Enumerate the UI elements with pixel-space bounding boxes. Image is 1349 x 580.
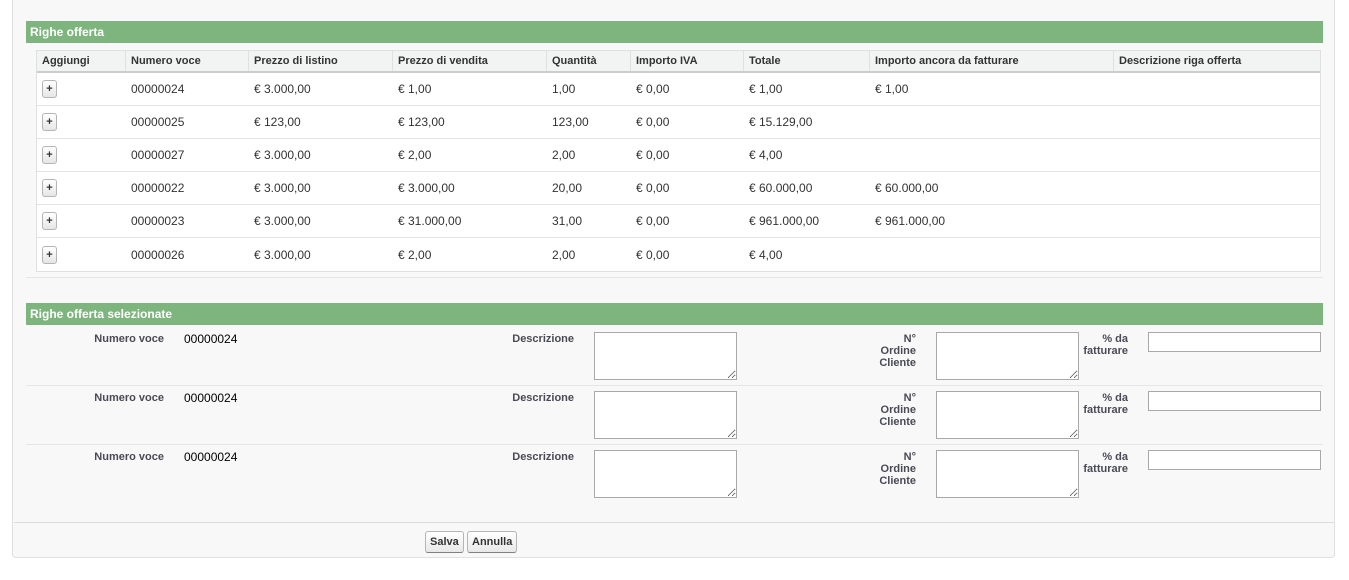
- table-row: + 00000027 € 3.000,00 € 2,00 2,00 € 0,00…: [37, 139, 1320, 172]
- add-line-button[interactable]: +: [42, 113, 57, 131]
- col-header-quantita[interactable]: Quantità: [547, 51, 631, 71]
- col-header-prezzo-listino[interactable]: Prezzo di listino: [249, 51, 393, 71]
- numero-voce-label: Numero voce: [94, 392, 164, 404]
- descrizione-label: Descrizione: [512, 333, 574, 345]
- cell-prezzo-listino: € 3.000,00: [254, 247, 311, 262]
- cell-numero-voce: 00000026: [131, 247, 185, 262]
- col-header-importo-iva[interactable]: Importo IVA: [631, 51, 744, 71]
- cell-importo-iva: € 0,00: [636, 115, 670, 129]
- percent-fatturare-label: % da fatturare: [1083, 451, 1128, 475]
- add-line-button[interactable]: +: [42, 80, 57, 98]
- col-header-aggiungi[interactable]: Aggiungi: [37, 51, 126, 71]
- cell-importo-iva: € 0,00: [636, 82, 670, 96]
- cell-prezzo-vendita: € 2,00: [398, 247, 432, 262]
- selected-line-row: Numero voce 00000024 Descrizione N° Ordi…: [26, 386, 1323, 445]
- cell-prezzo-vendita: € 3.000,00: [398, 181, 455, 195]
- cell-prezzo-vendita: € 31.000,00: [398, 214, 462, 228]
- table-row: + 00000026 € 3.000,00 € 2,00 2,00 € 0,00…: [37, 238, 1320, 271]
- cell-totale: € 15.129,00: [749, 115, 813, 129]
- cell-importo-iva: € 0,00: [636, 214, 670, 228]
- cell-totale: € 4,00: [749, 148, 783, 162]
- cell-totale: € 4,00: [749, 247, 783, 262]
- cell-prezzo-listino: € 3.000,00: [254, 181, 311, 195]
- table-row: + 00000024 € 3.000,00 € 1,00 1,00 € 0,00…: [37, 73, 1320, 106]
- cell-importo-iva: € 0,00: [636, 247, 670, 262]
- col-header-totale[interactable]: Totale: [744, 51, 870, 71]
- section-divider: [26, 277, 1323, 278]
- cell-quantita: 123,00: [552, 115, 589, 129]
- cell-quantita: 1,00: [552, 82, 576, 96]
- numero-voce-label: Numero voce: [94, 451, 164, 463]
- cell-prezzo-vendita: € 123,00: [398, 115, 445, 129]
- descrizione-textarea[interactable]: [594, 332, 737, 380]
- percent-fatturare-input[interactable]: [1148, 391, 1321, 411]
- add-line-button[interactable]: +: [42, 212, 57, 230]
- descrizione-textarea[interactable]: [594, 391, 737, 439]
- ordine-cliente-textarea[interactable]: [936, 332, 1079, 380]
- cell-quantita: 2,00: [552, 247, 576, 262]
- ordine-cliente-label: N° Ordine Cliente: [879, 333, 916, 369]
- descrizione-textarea[interactable]: [594, 450, 737, 498]
- cell-numero-voce: 00000027: [131, 148, 185, 162]
- cell-numero-voce: 00000024: [131, 82, 185, 96]
- numero-voce-value: 00000024: [184, 391, 238, 405]
- cell-prezzo-listino: € 123,00: [254, 115, 301, 129]
- table-row: + 00000022 € 3.000,00 € 3.000,00 20,00 €…: [37, 172, 1320, 205]
- col-header-importo-da-fatturare[interactable]: Importo ancora da fatturare: [870, 51, 1114, 71]
- offer-lines-header: Righe offerta: [26, 21, 1323, 43]
- numero-voce-label: Numero voce: [94, 333, 164, 345]
- col-header-prezzo-vendita[interactable]: Prezzo di vendita: [393, 51, 547, 71]
- cell-totale: € 60.000,00: [749, 181, 813, 195]
- cell-prezzo-listino: € 3.000,00: [254, 214, 311, 228]
- cancel-button[interactable]: Annulla: [467, 531, 518, 553]
- selected-line-row: Numero voce 00000024 Descrizione N° Ordi…: [26, 445, 1323, 504]
- selected-line-row: Numero voce 00000024 Descrizione N° Ordi…: [26, 327, 1323, 386]
- percent-fatturare-input[interactable]: [1148, 332, 1321, 352]
- ordine-cliente-label: N° Ordine Cliente: [879, 392, 916, 428]
- add-line-button[interactable]: +: [42, 245, 57, 264]
- ordine-cliente-textarea[interactable]: [936, 450, 1079, 498]
- cell-numero-voce: 00000022: [131, 181, 185, 195]
- ordine-cliente-textarea[interactable]: [936, 391, 1079, 439]
- selected-lines-header: Righe offerta selezionate: [26, 303, 1323, 325]
- table-row: + 00000025 € 123,00 € 123,00 123,00 € 0,…: [37, 106, 1320, 139]
- percent-fatturare-label: % da fatturare: [1083, 392, 1128, 416]
- add-line-button[interactable]: +: [42, 146, 57, 164]
- cell-importo-da-fatturare: € 1,00: [875, 82, 909, 96]
- numero-voce-value: 00000024: [184, 450, 238, 464]
- descrizione-label: Descrizione: [512, 392, 574, 404]
- percent-fatturare-label: % da fatturare: [1083, 333, 1128, 357]
- offer-lines-title: Righe offerta: [30, 25, 105, 39]
- cell-quantita: 20,00: [552, 181, 583, 195]
- cell-totale: € 961.000,00: [749, 214, 820, 228]
- descrizione-label: Descrizione: [512, 451, 574, 463]
- cell-numero-voce: 00000025: [131, 115, 185, 129]
- col-header-descrizione[interactable]: Descrizione riga offerta: [1114, 51, 1320, 71]
- cell-importo-da-fatturare: € 961.000,00: [875, 214, 946, 228]
- cell-importo-iva: € 0,00: [636, 148, 670, 162]
- cell-importo-da-fatturare: € 60.000,00: [875, 181, 939, 195]
- ordine-cliente-label: N° Ordine Cliente: [879, 451, 916, 487]
- cell-totale: € 1,00: [749, 82, 783, 96]
- offer-lines-table: Aggiungi Numero voce Prezzo di listino P…: [36, 50, 1321, 272]
- table-row: + 00000023 € 3.000,00 € 31.000,00 31,00 …: [37, 205, 1320, 238]
- cell-prezzo-listino: € 3.000,00: [254, 82, 311, 96]
- cell-quantita: 2,00: [552, 148, 576, 162]
- footer-divider: [14, 522, 1334, 523]
- percent-fatturare-input[interactable]: [1148, 450, 1321, 470]
- cell-prezzo-vendita: € 2,00: [398, 148, 432, 162]
- cell-quantita: 31,00: [552, 214, 583, 228]
- selected-lines-title: Righe offerta selezionate: [30, 307, 173, 321]
- save-button[interactable]: Salva: [425, 531, 464, 553]
- cell-prezzo-vendita: € 1,00: [398, 82, 432, 96]
- cell-numero-voce: 00000023: [131, 214, 185, 228]
- add-line-button[interactable]: +: [42, 179, 57, 197]
- numero-voce-value: 00000024: [184, 332, 238, 346]
- cell-prezzo-listino: € 3.000,00: [254, 148, 311, 162]
- cell-importo-iva: € 0,00: [636, 181, 670, 195]
- table-header-row: Aggiungi Numero voce Prezzo di listino P…: [37, 51, 1320, 73]
- col-header-numero-voce[interactable]: Numero voce: [126, 51, 249, 71]
